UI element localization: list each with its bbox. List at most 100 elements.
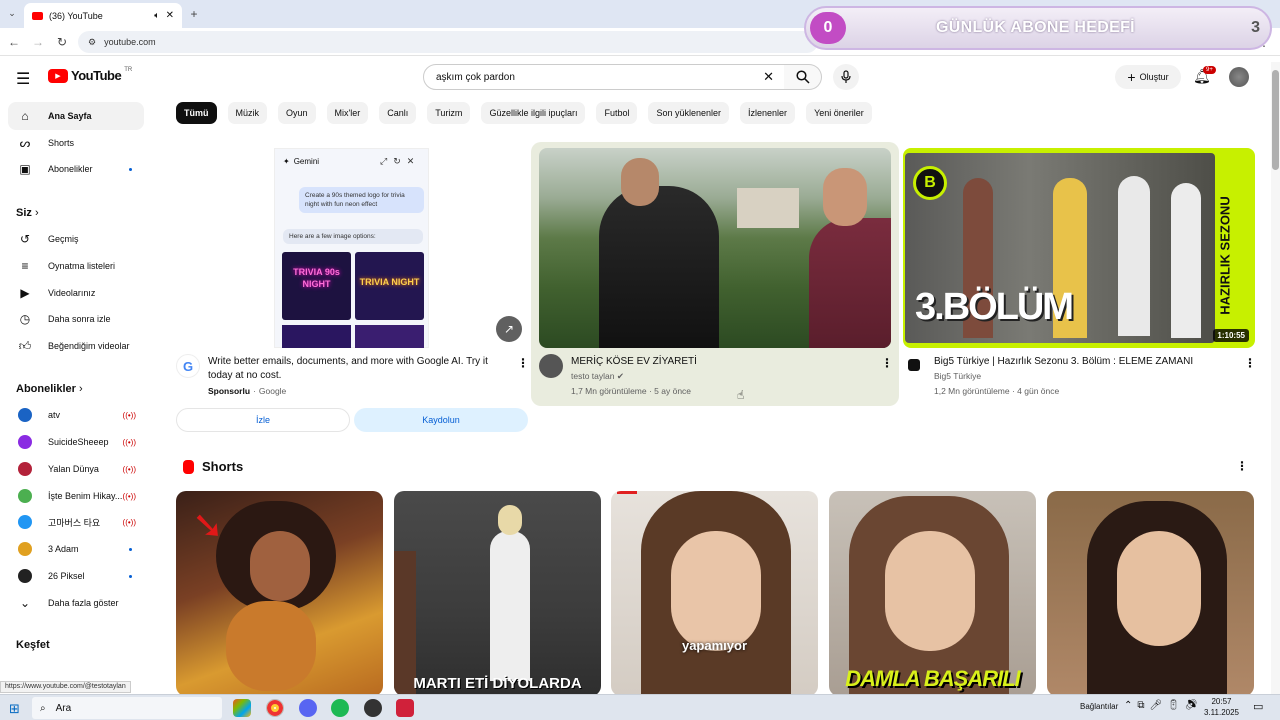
channel-avatar[interactable] [539,354,563,378]
short-card[interactable]: ➘ [176,491,383,696]
tab-close-icon[interactable]: ✕ [166,10,174,21]
you-section-header[interactable]: Siz › [16,207,39,219]
discord-icon[interactable] [299,699,317,717]
windows-start-icon[interactable]: ⊞ [9,701,20,717]
more-options-icon[interactable]: ⋮ [1244,356,1256,370]
subscription-channel[interactable]: 26 Piksel [8,562,144,590]
subscription-channel[interactable]: 3 Adam [8,535,144,563]
chip-football[interactable]: Futbol [596,102,638,124]
more-options-icon[interactable]: ⋮ [517,356,529,370]
chip-live[interactable]: Canlı [379,102,417,124]
shorts-title: Shorts [202,459,244,474]
subscription-channel[interactable]: 고마버스 타요 ((•)) [8,508,144,536]
browser-tab[interactable]: (36) YouTube 🔈︎ ✕ [24,3,182,28]
filter-chips: Tümü Müzik Oyun Mix'ler Canlı Turizm Güz… [176,102,872,126]
chip-gaming[interactable]: Oyun [278,102,316,124]
sidebar-item-watch-later[interactable]: ◷ Daha sonra izle [8,305,144,333]
video-title[interactable]: Big5 Türkiye | Hazırlık Sezonu 3. Bölüm … [934,355,1238,369]
masthead: ☰ ▶ YouTube TR aşkım çok pardon ✕ + Oluş… [0,56,1270,98]
clear-search-icon[interactable]: ✕ [763,69,774,85]
sidebar-item-your-videos[interactable]: ▶ Videolarınız [8,279,144,307]
copilot-icon[interactable] [233,699,251,717]
short-caption: yapamıyor [681,638,748,653]
search-button[interactable] [784,64,822,90]
page-scrollbar[interactable] [1271,62,1280,694]
youtube-logo[interactable]: ▶ YouTube TR [48,67,132,83]
google-logo-icon[interactable]: G [176,354,200,378]
app-icon[interactable] [396,699,414,717]
channel-avatar[interactable] [903,354,925,376]
subscription-channel[interactable]: İşte Benim Hikay... ((•)) [8,482,144,510]
chip-watched[interactable]: İzlenenler [740,102,796,124]
subscription-channel[interactable]: atv ((•)) [8,401,144,429]
create-button[interactable]: + Oluştur [1115,65,1181,89]
url-field[interactable]: ⚙ youtube.com [78,31,818,53]
hamburger-menu-icon[interactable]: ☰ [16,69,30,89]
account-avatar[interactable] [1229,67,1249,87]
ad-thumbnail[interactable]: ✦ Gemini ⤢↻✕ Create a 90s themed logo fo… [176,148,526,348]
chip-recently-uploaded[interactable]: Son yüklenenler [648,102,730,124]
sidebar-item-playlists[interactable]: ≡ Oynatma listeleri [8,252,144,280]
short-card[interactable]: MARTI ETİ DİYOLARDA [394,491,601,696]
short-card[interactable]: DAMLA BAŞARILI [829,491,1036,696]
back-icon[interactable]: ← [6,34,22,50]
subscriptions-section-header[interactable]: Abonelikler › [16,383,83,395]
channel-name: atv [48,410,61,420]
chip-all[interactable]: Tümü [176,102,217,124]
sidebar-item-liked-videos[interactable]: 👍︎ Beğendiğim videolar [8,332,144,360]
gemini-sparkle-icon: ✦ [283,157,290,166]
new-tab-icon[interactable]: + [186,6,202,22]
tray-icons[interactable]: ⌃⧉🎤︎🔋︎🔊︎ [1124,700,1203,711]
notification-center-icon[interactable]: ▭ [1253,700,1263,713]
short-card[interactable]: yapamıyor [611,491,818,696]
thumbnail-face [885,531,975,651]
goal-title: GÜNLÜK ABONE HEDEFİ [936,19,1135,36]
chip-new-to-you[interactable]: Yeni öneriler [806,102,872,124]
sidebar-item-subscriptions[interactable]: ▣ Abonelikler [8,155,144,183]
network-label[interactable]: Bağlantılar [1080,702,1118,711]
tab-audio-icon[interactable]: 🔈︎ [154,10,159,21]
sidebar-item-history[interactable]: ↺ Geçmiş [8,225,144,253]
taskbar-search[interactable]: ⌕ Ara [32,697,222,719]
scrollbar-thumb[interactable] [1272,70,1279,170]
home-icon: ⌂ [21,109,29,123]
channel-name[interactable]: Big5 Türkiye [934,369,981,384]
ad-signup-button[interactable]: Kaydolun [354,408,528,432]
taskbar-clock[interactable]: 20:57 3.11.2025 [1204,696,1239,718]
spotify-icon[interactable] [331,699,349,717]
ad-watch-button[interactable]: İzle [176,408,350,432]
chip-music[interactable]: Müzik [227,102,268,124]
video-title[interactable]: MERİÇ KÖSE EV ZİYARETİ [571,355,871,369]
more-options-icon[interactable]: ⋮ [1236,459,1248,473]
chip-mixes[interactable]: Mix'ler [326,102,369,124]
video-thumbnail[interactable] [539,148,891,348]
chip-beauty-tips[interactable]: Güzellikle ilgili ipuçları [481,102,586,124]
ad-title[interactable]: Write better emails, documents, and more… [208,355,512,383]
subscription-channel[interactable]: SuicideSheeep ((•)) [8,428,144,456]
sidebar-item-home[interactable]: ⌂ Ana Sayfa [8,102,144,130]
chevron-right-icon: › [78,383,83,395]
chrome-icon[interactable] [266,699,284,717]
more-options-icon[interactable]: ⋮ [881,356,893,370]
new-content-dot [129,547,132,551]
sidebar-item-shorts[interactable]: ᔕ Shorts [8,129,144,157]
reload-icon[interactable]: ↻ [54,34,70,50]
search-input[interactable]: aşkım çok pardon ✕ [423,64,785,90]
channel-name[interactable]: testo taylan ✔︎ [571,369,624,384]
video-thumbnail[interactable]: B 3.BÖLÜM HAZIRLIK SEZONU 1:10:55 [903,148,1255,348]
trivia-image-tile [282,325,351,348]
subscription-channel[interactable]: Yalan Dünya ((•)) [8,455,144,483]
tab-list-icon[interactable]: ⌄ [4,5,20,21]
voice-search-button[interactable] [833,64,859,90]
obs-icon[interactable] [364,699,382,717]
sidebar-item-label: Videolarınız [48,288,96,298]
site-info-icon[interactable]: ⚙ [88,37,96,48]
open-external-icon[interactable]: ↗ [496,316,522,342]
forward-icon[interactable]: → [30,34,46,50]
chip-tourism[interactable]: Turizm [427,102,471,124]
you-header-label: Siz [16,207,32,219]
view-count: 1,7 Mn görüntüleme [571,386,647,396]
logo-text: YouTube [71,68,122,83]
short-card[interactable] [1047,491,1254,696]
show-more-button[interactable]: ⌄ Daha fazla göster [8,589,144,617]
